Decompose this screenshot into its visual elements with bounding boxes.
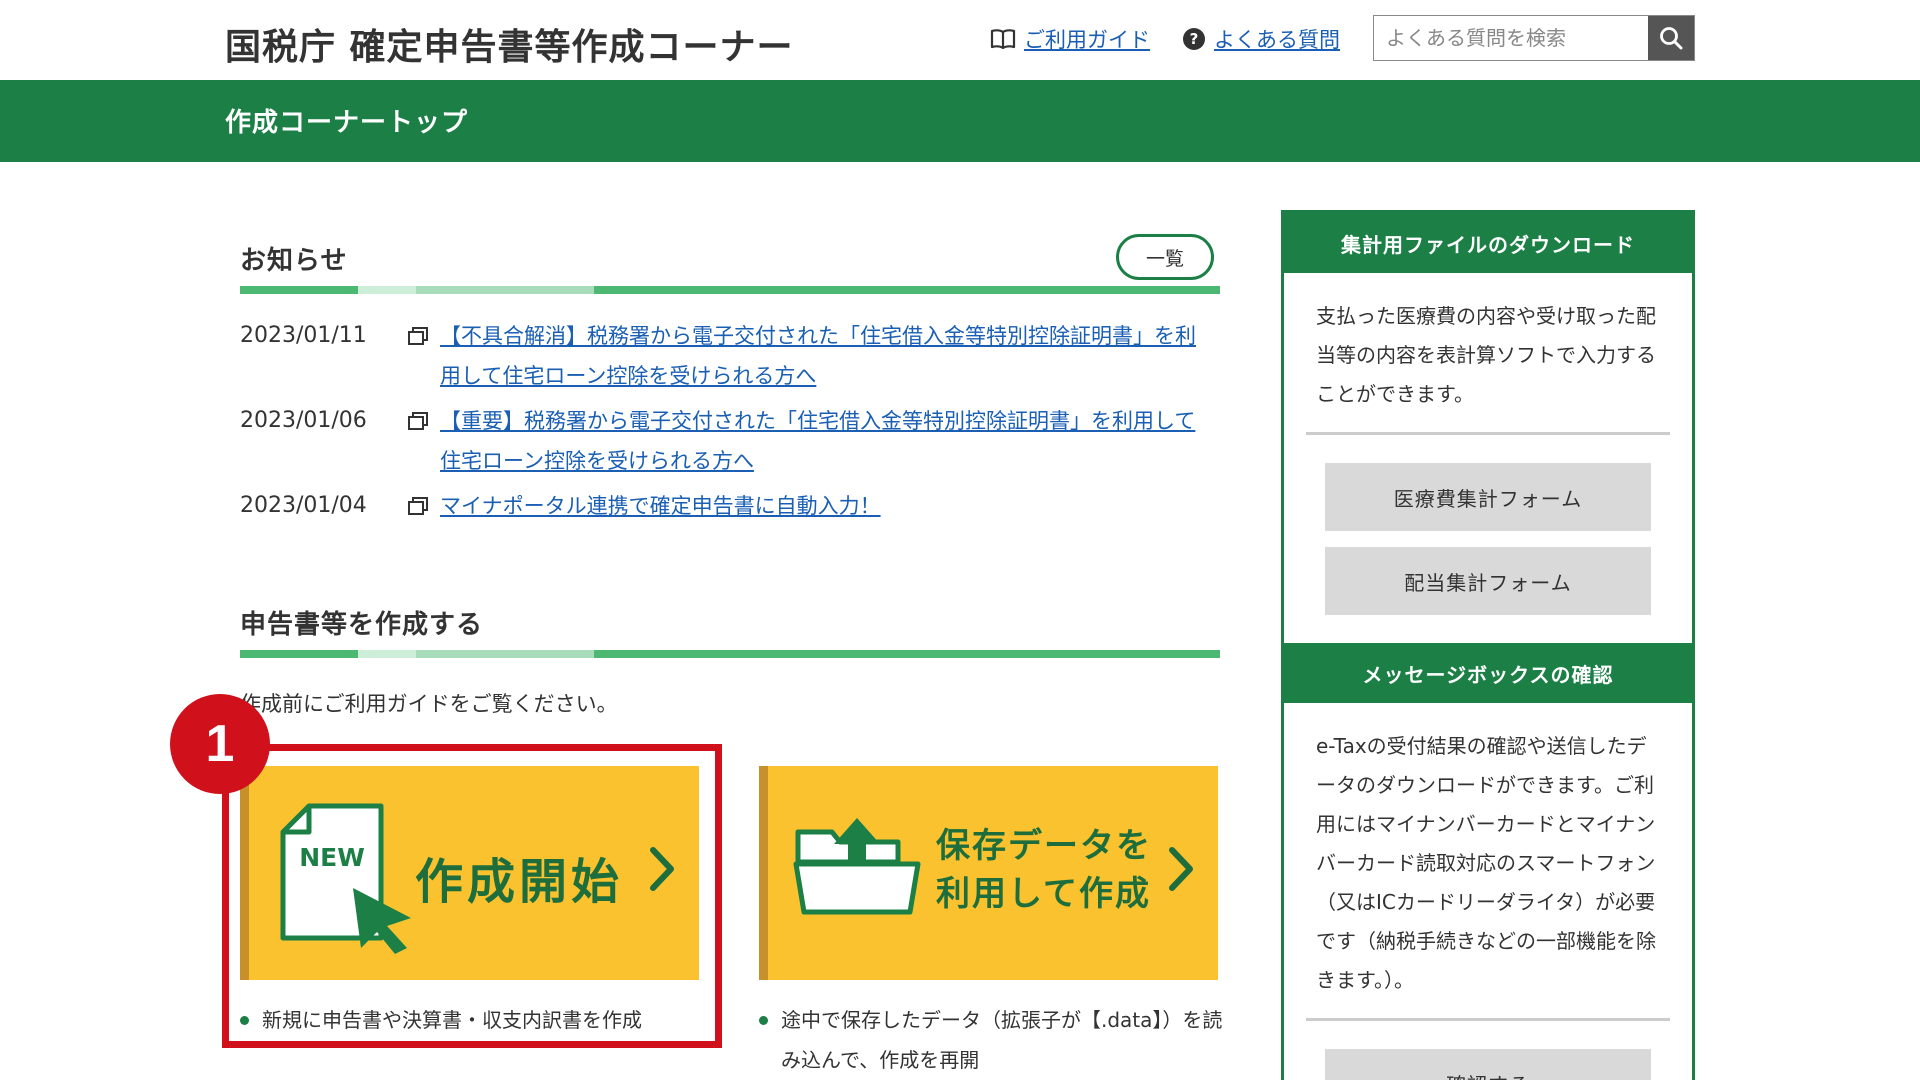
notice-date: 2023/01/04 bbox=[240, 493, 367, 518]
svg-text:?: ? bbox=[1190, 30, 1199, 48]
new-window-icon bbox=[408, 401, 440, 481]
search-icon bbox=[1660, 27, 1683, 50]
chevron-right-icon bbox=[1169, 847, 1193, 891]
page-heading: 作成コーナートップ bbox=[225, 108, 469, 138]
folder-upload-icon bbox=[793, 818, 921, 915]
notice-link[interactable]: マイナポータル連携で確定申告書に自動入力！ bbox=[440, 486, 1200, 526]
create-title: 申告書等を作成する bbox=[240, 610, 484, 640]
notices-rule bbox=[240, 286, 1220, 294]
use-saved-data-button[interactable]: 保存データを 利用して作成 bbox=[759, 766, 1218, 980]
book-icon bbox=[990, 28, 1016, 50]
use-saved-data-label: 保存データを 利用して作成 bbox=[936, 822, 1152, 918]
notices-title: お知らせ bbox=[240, 246, 348, 276]
divider bbox=[1306, 1018, 1670, 1021]
dividend-form-button[interactable]: 配当集計フォーム bbox=[1325, 547, 1651, 615]
sidebar: 集計用ファイルのダウンロード 支払った医療費の内容や受け取った配当等の内容を表計… bbox=[1281, 210, 1695, 1080]
messagebox-confirm-button[interactable]: 確認する bbox=[1325, 1049, 1651, 1080]
download-panel-text: 支払った医療費の内容や受け取った配当等の内容を表計算ソフトで入力することができま… bbox=[1316, 304, 1656, 406]
use-saved-data-note: 途中で保存したデータ（拡張子が【.data】）を読み込んで、作成を再開 bbox=[759, 1000, 1231, 1080]
search-box bbox=[1373, 15, 1695, 61]
messagebox-panel: e-Taxの受付結果の確認や送信したデータのダウンロードができます。ご利用にはマ… bbox=[1284, 703, 1692, 1080]
page-heading-bar: 作成コーナートップ bbox=[0, 80, 1920, 162]
guide-link-label: ご利用ガイド bbox=[1024, 28, 1150, 52]
question-icon: ? bbox=[1182, 27, 1206, 51]
guide-link[interactable]: ご利用ガイド bbox=[990, 24, 1150, 54]
notice-list-button[interactable]: 一覧 bbox=[1116, 234, 1214, 280]
medical-expense-form-button[interactable]: 医療費集計フォーム bbox=[1325, 463, 1651, 531]
use-saved-data-label-line1: 保存データを bbox=[936, 826, 1152, 866]
create-intro: 作成前にご利用ガイドをご覧ください。 bbox=[240, 692, 618, 716]
faq-link-label: よくある質問 bbox=[1214, 28, 1340, 52]
faq-link[interactable]: ? よくある質問 bbox=[1182, 24, 1340, 54]
create-rule bbox=[240, 650, 1220, 658]
notice-link[interactable]: 【不具合解消】税務署から電子交付された「住宅借入金等特別控除証明書」を利用して住… bbox=[440, 316, 1200, 396]
header: 国税庁 確定申告書等作成コーナー ご利用ガイド ? よくある質問 bbox=[0, 0, 1920, 80]
notice-date: 2023/01/11 bbox=[240, 323, 367, 348]
search-button[interactable] bbox=[1648, 16, 1694, 60]
use-saved-data-label-line2: 利用して作成 bbox=[936, 874, 1151, 914]
highlight-box bbox=[222, 744, 722, 1048]
notice-date: 2023/01/06 bbox=[240, 408, 367, 433]
notice-link[interactable]: 【重要】税務署から電子交付された「住宅借入金等特別控除証明書」を利用して住宅ロー… bbox=[440, 401, 1200, 481]
messagebox-panel-title: メッセージボックスの確認 bbox=[1284, 643, 1692, 703]
notice-item: 2023/01/04 マイナポータル連携で確定申告書に自動入力！ bbox=[240, 486, 1220, 526]
search-input[interactable] bbox=[1374, 16, 1649, 60]
new-window-icon bbox=[408, 316, 440, 396]
site-title[interactable]: 国税庁 確定申告書等作成コーナー bbox=[225, 18, 794, 70]
step-badge: 1 bbox=[170, 694, 270, 794]
notice-item: 2023/01/11 【不具合解消】税務署から電子交付された「住宅借入金等特別控… bbox=[240, 316, 1220, 396]
new-window-icon bbox=[408, 486, 440, 526]
download-panel: 支払った医療費の内容や受け取った配当等の内容を表計算ソフトで入力することができま… bbox=[1284, 273, 1692, 615]
messagebox-panel-text: e-Taxの受付結果の確認や送信したデータのダウンロードができます。ご利用にはマ… bbox=[1316, 734, 1656, 992]
divider bbox=[1306, 432, 1670, 435]
notice-item: 2023/01/06 【重要】税務署から電子交付された「住宅借入金等特別控除証明… bbox=[240, 401, 1220, 481]
download-panel-title: 集計用ファイルのダウンロード bbox=[1284, 213, 1692, 273]
